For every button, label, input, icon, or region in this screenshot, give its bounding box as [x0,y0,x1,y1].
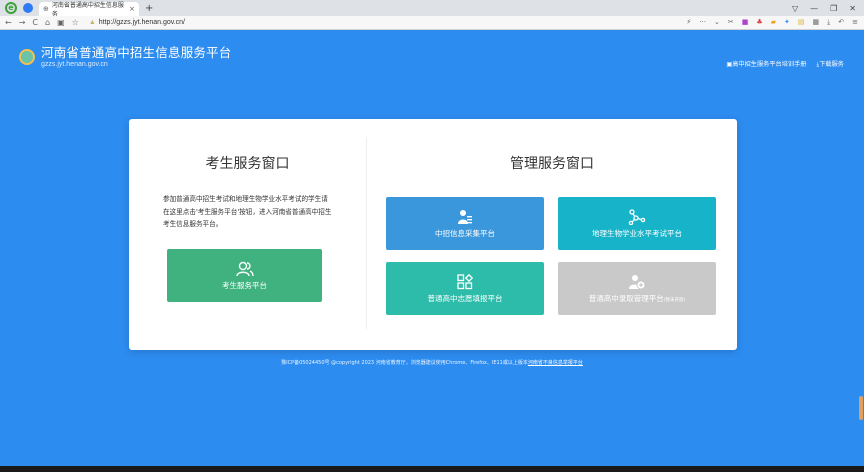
tab-switch-icon[interactable] [23,3,33,13]
student-window-description: 参加普通高中招生考试和地理生物学业水平考试的学生请在这里点击'考生服务平台'按钮… [163,195,332,228]
url-text: http://gzzs.jyt.henan.gov.cn/ [98,19,186,26]
site-brand[interactable]: 河南省普通高中招生信息服务平台 gzzs.jyt.henan.gov.cn [19,46,232,70]
geo-bio-exam-label: 地理生物学业水平考试平台 [592,228,682,238]
users-icon [235,261,254,276]
network-icon [628,208,646,225]
cut-icon[interactable]: ✂ [728,18,734,27]
window-controls: ▽ — ❐ ✕ [792,4,864,13]
ext-icon[interactable]: ■ [742,18,749,27]
grid-apps-icon [457,273,473,289]
site-icon: ▲ [88,19,96,26]
user-add-icon [629,274,646,289]
toolbar-icons: ⚡ ··· ⌄ ✂ ■ ♣ ▰ ✦ ▤ ▦ ⤓ ↶ ≡ [686,18,864,27]
os-taskbar [0,466,864,472]
admin-window-title: 管理服务窗口 [510,156,594,172]
folder-icon[interactable]: ▰ [771,18,776,27]
new-tab-button[interactable]: + [145,3,153,14]
note-icon[interactable]: ▤ [798,18,805,27]
footer-copyright: 豫ICP备05024450号 @copyright 2023 河南省教育厅，浏览… [281,360,528,366]
grid-icon[interactable]: ▦ [813,18,820,27]
report-link[interactable]: 河南省不良信息举报平台 [528,360,583,366]
star-icon[interactable]: ☆ [72,18,79,27]
top-links: ▣高中招生服务平台培训手册 ⤓下载服务 [726,59,844,69]
address-bar: ← → C ⌂ ▣ ☆ ▲ http://gzzs.jyt.henan.gov.… [0,16,864,30]
back-icon[interactable]: ← [5,18,12,27]
close-window-icon[interactable]: ✕ [849,4,856,13]
admission-manage-button[interactable]: 普通高中录取管理平台(暂未开放) [558,262,716,315]
plugin-icon[interactable]: ✦ [784,18,790,27]
home-icon[interactable]: ⌂ [45,18,50,27]
browser-tabbar: e ⊕ 河南省普通高中招生信息服务 × + ▽ — ❐ ✕ [0,0,864,18]
refresh-icon[interactable]: C [32,18,38,27]
volunteer-fill-label: 普通高中志愿填报平台 [427,293,503,303]
dropdown-icon[interactable]: ⌄ [714,18,720,27]
user-list-icon [458,209,472,224]
admission-note: (暂未开放) [663,297,686,303]
globe-icon: ⊕ [43,5,49,13]
page-footer: 豫ICP备05024450号 @copyright 2023 河南省教育厅，浏览… [0,359,864,366]
browser-logo-icon: e [5,2,17,14]
browser-tab[interactable]: ⊕ 河南省普通高中招生信息服务 × [39,2,139,18]
minimize-icon[interactable]: — [810,4,818,13]
main-panel: 考生服务窗口 参加普通高中招生考试和地理生物学业水平考试的学生请在这里点击'考生… [129,119,737,350]
url-field[interactable]: ▲ http://gzzs.jyt.henan.gov.cn/ [89,19,185,26]
side-widget[interactable] [859,396,863,420]
undo-icon[interactable]: ↶ [838,18,844,27]
download-icon[interactable]: ⤓ [827,18,830,27]
student-window-title: 考生服务窗口 [205,156,290,172]
nav-buttons: ← → C ⌂ ▣ ☆ [0,18,79,27]
shield-icon[interactable]: ▽ [792,4,798,13]
lightning-icon[interactable]: ⚡ [686,18,691,27]
geo-bio-exam-button[interactable]: 地理生物学业水平考试平台 [558,197,716,250]
admission-manage-label: 普通高中录取管理平台(暂未开放) [588,293,686,303]
student-platform-label: 考生服务平台 [222,280,267,290]
bag-icon[interactable]: ▣ [57,18,65,27]
volunteer-fill-button[interactable]: 普通高中志愿填报平台 [386,262,544,315]
game-icon[interactable]: ♣ [756,18,762,27]
info-collection-button[interactable]: 中招信息采集平台 [386,197,544,250]
manual-link[interactable]: ▣高中招生服务平台培训手册 [726,59,806,69]
maximize-icon[interactable]: ❐ [830,4,837,13]
download-link[interactable]: ⤓下载服务 [817,59,845,69]
more-icon[interactable]: ··· [699,18,706,27]
site-domain: gzzs.jyt.henan.gov.cn [41,61,108,68]
site-title: 河南省普通高中招生信息服务平台 [41,45,232,60]
tab-close-icon[interactable]: × [129,5,135,13]
student-platform-button[interactable]: 考生服务平台 [167,249,322,302]
menu-icon[interactable]: ≡ [852,18,858,27]
forward-icon[interactable]: → [19,18,26,27]
info-collection-label: 中招信息采集平台 [435,228,495,238]
site-logo-icon [19,49,35,65]
